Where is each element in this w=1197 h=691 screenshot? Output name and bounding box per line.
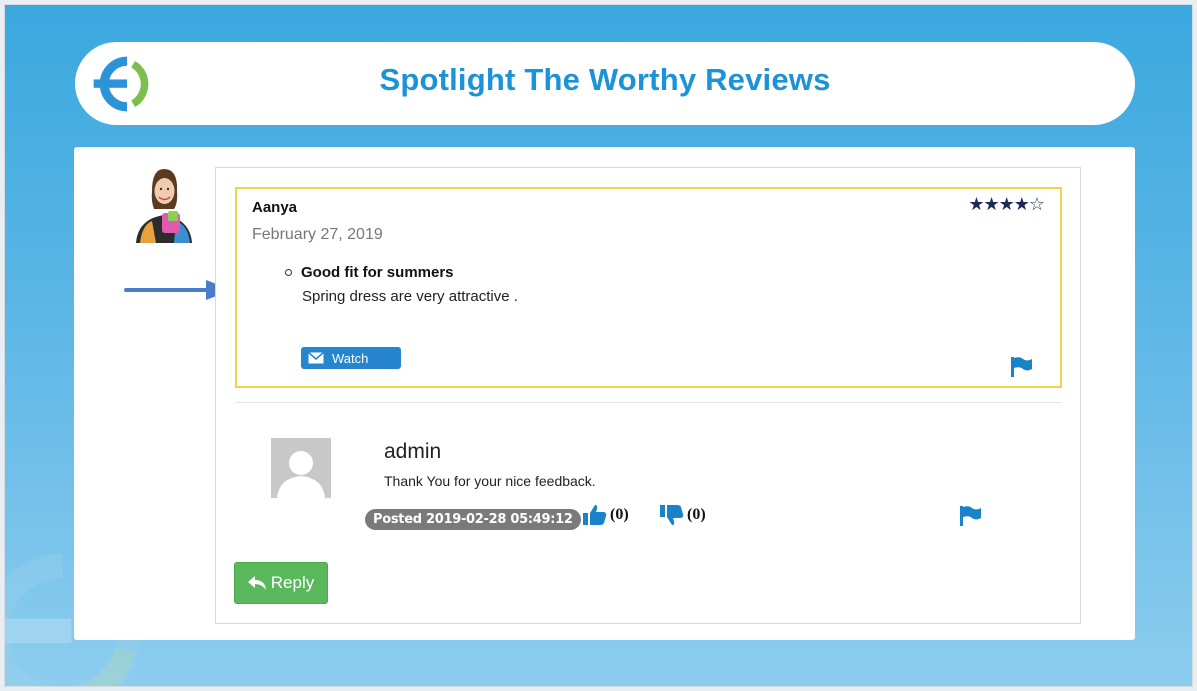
admin-avatar [271,438,331,498]
review-author: Aanya [252,199,298,216]
review-title: Good fit for summers [301,264,454,281]
page-frame: Spotlight The Worthy Reviews Aanya Febru… [4,4,1193,687]
reply-label: Reply [270,573,315,592]
downvote-button[interactable]: (0) [660,504,706,526]
thumbs-up-icon [583,505,607,525]
posted-timestamp-badge: Posted 2019-02-28 05:49:12 [365,509,581,530]
flag-icon[interactable] [1011,357,1033,377]
thumbs-down-icon [660,505,684,525]
review-title-row: Good fit for summers [285,264,518,281]
upvote-count: (0) [610,506,629,523]
highlighted-review: Aanya February 27, 2019 ★★★★☆ Good fit f… [235,187,1062,388]
divider [235,402,1062,403]
review-card: Aanya February 27, 2019 ★★★★☆ Good fit f… [74,147,1135,640]
review-thread: Aanya February 27, 2019 ★★★★☆ Good fit f… [215,167,1081,624]
filled-stars-icon: ★★★★ [968,194,1030,214]
header-banner: Spotlight The Worthy Reviews [75,42,1135,125]
watch-button[interactable]: Watch [301,347,401,369]
reply-text: Thank You for your nice feedback. [384,473,596,489]
review-date: February 27, 2019 [252,226,383,243]
star-rating: ★★★★☆ [968,194,1045,215]
bullet-icon [285,269,292,276]
envelope-icon [308,352,324,364]
watch-label: Watch [332,350,369,366]
reply-author: admin [384,440,442,463]
downvote-count: (0) [687,506,706,523]
upvote-button[interactable]: (0) [583,504,629,526]
reply-arrow-icon [247,576,266,590]
review-body: Spring dress are very attractive . [302,288,518,305]
page-title: Spotlight The Worthy Reviews [379,62,831,97]
review-content: Good fit for summers Spring dress are ve… [285,264,518,305]
reply-button[interactable]: Reply [234,562,328,604]
reviewer-avatar [126,161,202,243]
flag-icon[interactable] [960,506,982,526]
empty-star-icon: ☆ [1028,194,1045,214]
